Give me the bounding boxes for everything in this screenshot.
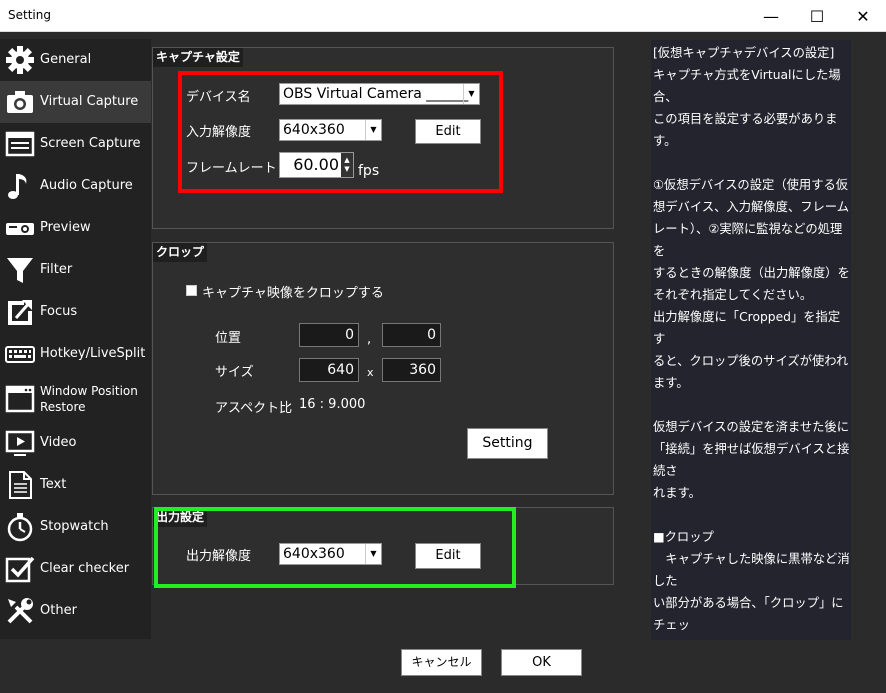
sidebar-item-text[interactable]: Text [0,464,151,506]
crop-checkbox-label: キャプチャ映像をクロップする [202,286,384,301]
sidebar-item-virtual-capture[interactable]: Virtual Capture [0,81,151,123]
sidebar-item-hotkey[interactable]: Hotkey/LiveSplit [0,333,151,375]
minimize-icon: — [763,6,779,26]
sidebar-item-label: Audio Capture [40,178,133,193]
cancel-button[interactable]: キャンセル [401,649,482,676]
checkbox-icon [2,551,38,587]
sidebar-item-label: General [40,52,92,67]
camera-icon [2,84,38,120]
gear-icon [2,42,38,78]
document-icon [2,467,38,503]
sidebar-item-label: Video [40,435,77,450]
size-label: サイズ [215,365,254,380]
sidebar-item-label: Clear checker [40,561,130,576]
sidebar-item-focus[interactable]: Focus [0,291,151,333]
sidebar-item-preview[interactable]: Preview [0,207,151,249]
sidebar: General Virtual Capture Screen Capture A… [0,39,151,639]
size-width-field[interactable]: 640 [299,358,359,382]
sidebar-item-label: Screen Capture [40,136,141,151]
aspect-ratio-label: アスペクト比 [215,401,293,416]
window-icon [2,381,38,417]
sidebar-item-general[interactable]: General [0,39,151,81]
red-highlight-box [178,71,503,193]
window-title: Setting [8,8,51,22]
stopwatch-icon [2,509,38,545]
sidebar-item-label: Other [40,603,77,618]
focus-icon [2,294,38,330]
sidebar-item-other[interactable]: Other [0,590,151,632]
position-comma: , [367,332,372,347]
sidebar-item-label: Focus [40,304,78,319]
sidebar-item-video[interactable]: Video [0,422,151,464]
crop-title: クロップ [153,243,208,262]
keyboard-icon [2,336,38,372]
sidebar-item-label-line2: Restore [40,400,86,414]
sidebar-item-label: Text [40,477,67,492]
minimize-button[interactable]: — [748,0,794,32]
position-y-field[interactable]: 0 [382,323,441,347]
close-button[interactable]: ✕ [840,0,886,32]
ok-button[interactable]: OK [501,649,582,676]
tools-icon [2,593,38,629]
sidebar-item-label: Hotkey/LiveSplit [40,346,146,361]
video-icon [2,425,38,461]
sidebar-item-stopwatch[interactable]: Stopwatch [0,506,151,548]
crop-setting-button[interactable]: Setting [467,428,548,459]
music-note-icon [2,168,38,204]
sidebar-item-label: Window Position [40,384,138,398]
green-highlight-box [154,507,516,588]
sidebar-item-window-position[interactable]: Window Position Restore [0,375,151,423]
size-height-field[interactable]: 360 [382,358,441,382]
help-panel: [仮想キャプチャデバイスの設定] キャプチャ方式をVirtualにした場合、 こ… [651,40,851,640]
sidebar-item-audio-capture[interactable]: Audio Capture [0,165,151,207]
sidebar-item-clear-checker[interactable]: Clear checker [0,548,151,590]
sidebar-item-filter[interactable]: Filter [0,249,151,291]
crop-checkbox[interactable] [186,285,197,296]
position-label: 位置 [215,331,242,346]
maximize-icon: ☐ [809,6,825,26]
title-bar: Setting — ☐ ✕ [0,0,886,32]
filter-icon [2,252,38,288]
aspect-ratio-value: 16 : 9.000 [299,397,366,412]
sidebar-item-label: Preview [40,220,91,235]
position-x-field[interactable]: 0 [299,323,359,347]
capture-settings-title: キャプチャ設定 [153,48,243,67]
sidebar-item-label: Stopwatch [40,519,109,534]
size-times: x [367,366,374,379]
window-body: General Virtual Capture Screen Capture A… [0,32,886,693]
projector-icon [2,210,38,246]
sidebar-item-label: Filter [40,262,73,277]
sidebar-item-screen-capture[interactable]: Screen Capture [0,123,151,165]
maximize-button[interactable]: ☐ [794,0,840,32]
sidebar-item-label: Virtual Capture [40,94,139,109]
close-icon: ✕ [856,6,870,26]
screen-icon [2,126,38,162]
